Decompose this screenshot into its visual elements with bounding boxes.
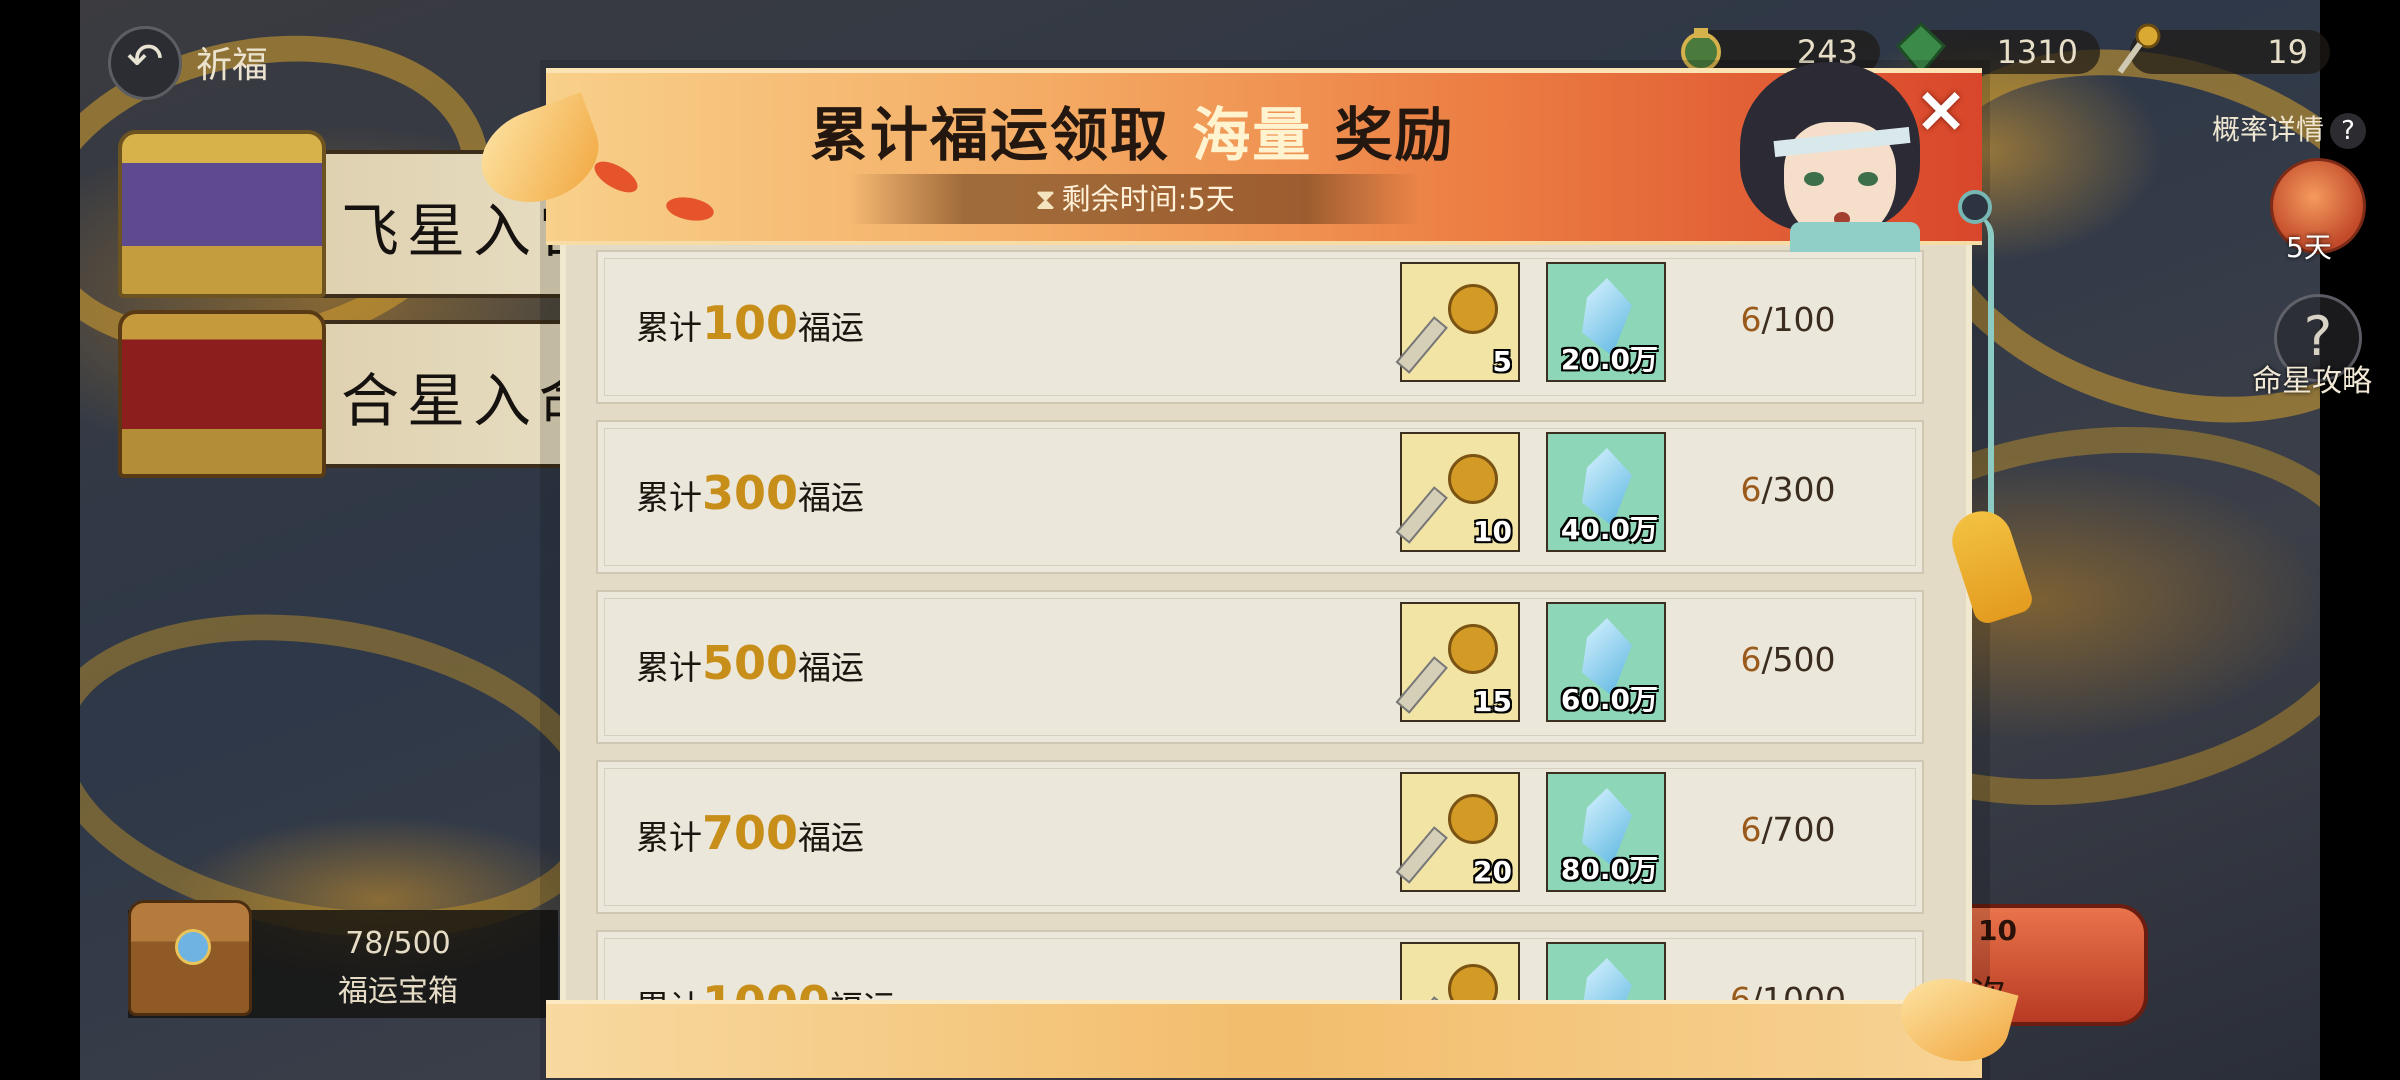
modal-bottom-border bbox=[546, 1000, 1982, 1078]
resource-value: 19 bbox=[2267, 33, 2308, 71]
resource-key: 19 bbox=[2117, 23, 2330, 74]
treasure-chest-icon bbox=[128, 900, 252, 1016]
rate-details-link[interactable]: 概率详情? bbox=[2212, 108, 2367, 149]
fortune-chest-panel[interactable]: 78/500 福运宝箱 bbox=[128, 900, 558, 1018]
row-label: 累计700福运 bbox=[636, 806, 865, 860]
row-progress: 6/300 bbox=[1740, 470, 1836, 509]
rate-details-label: 概率详情 bbox=[2212, 113, 2325, 146]
key-reward-item[interactable]: 20 bbox=[1395, 772, 1520, 892]
crystal-reward-item[interactable] bbox=[1546, 942, 1666, 1000]
row-label: 累计300福运 bbox=[636, 466, 865, 520]
resource-value: 1310 bbox=[1996, 33, 2078, 71]
reward-row: 累计500福运 15 60.0万 6/500 bbox=[596, 590, 1924, 744]
guide-label: 命星攻略 bbox=[2252, 364, 2372, 399]
key-icon bbox=[1395, 284, 1498, 374]
page-title: 祈福 bbox=[196, 45, 269, 86]
character-portrait bbox=[1700, 62, 1940, 252]
remaining-time: ⧗ 剩余时间:5天 bbox=[850, 174, 1420, 224]
row-progress: 6/500 bbox=[1740, 640, 1836, 679]
back-arrow-icon: ↶ bbox=[126, 34, 164, 85]
crystal-reward-item[interactable]: 40.0万 bbox=[1546, 432, 1666, 552]
hourglass-icon: ⧗ bbox=[1035, 182, 1056, 216]
key-reward-item[interactable]: 5 bbox=[1395, 262, 1520, 382]
row-progress: 6/100 bbox=[1740, 300, 1836, 339]
key-reward-item[interactable]: 15 bbox=[1395, 602, 1520, 722]
row-label: 累计1000福运 bbox=[636, 976, 896, 1000]
row-progress: 6/1000 bbox=[1729, 980, 1847, 1000]
row-progress: 6/700 bbox=[1740, 810, 1836, 849]
key-icon bbox=[2117, 23, 2161, 74]
close-button[interactable]: × bbox=[1908, 78, 1974, 144]
cord-knot bbox=[1958, 190, 1992, 224]
key-icon bbox=[1395, 964, 1498, 1000]
crystal-icon bbox=[1582, 958, 1632, 1000]
back-button[interactable]: ↶ bbox=[108, 26, 182, 100]
reward-row: 累计1000福运 6/1000 bbox=[596, 930, 1924, 1000]
fortune-count: 78/500 bbox=[345, 926, 451, 961]
help-icon: ? bbox=[2330, 113, 2367, 149]
key-reward-item[interactable] bbox=[1395, 942, 1520, 1000]
row-label: 累计100福运 bbox=[636, 296, 865, 350]
reward-row: 累计300福运 10 40.0万 6/300 bbox=[596, 420, 1924, 574]
row-label: 累计500福运 bbox=[636, 636, 865, 690]
key-reward-item[interactable]: 10 bbox=[1395, 432, 1520, 552]
crystal-reward-item[interactable]: 80.0万 bbox=[1546, 772, 1666, 892]
modal-title: 累计福运领取 海量 奖励 bbox=[810, 101, 1455, 169]
decorative-cord bbox=[1972, 214, 1994, 544]
lucky-bag-timer: 5天 bbox=[2286, 231, 2332, 264]
reward-row: 累计100福运 5 20.0万 6/100 bbox=[596, 250, 1924, 404]
fortune-label: 福运宝箱 bbox=[338, 974, 458, 1009]
reward-row: 累计700福运 20 80.0万 6/700 bbox=[596, 760, 1924, 914]
crystal-reward-item[interactable]: 20.0万 bbox=[1546, 262, 1666, 382]
purple-chest-icon bbox=[118, 130, 326, 298]
red-chest-icon bbox=[118, 310, 326, 478]
reward-list[interactable]: 累计100福运 5 20.0万 6/100 累计300福运 10 40.0万 6… bbox=[590, 250, 1930, 1000]
crystal-reward-item[interactable]: 60.0万 bbox=[1546, 602, 1666, 722]
